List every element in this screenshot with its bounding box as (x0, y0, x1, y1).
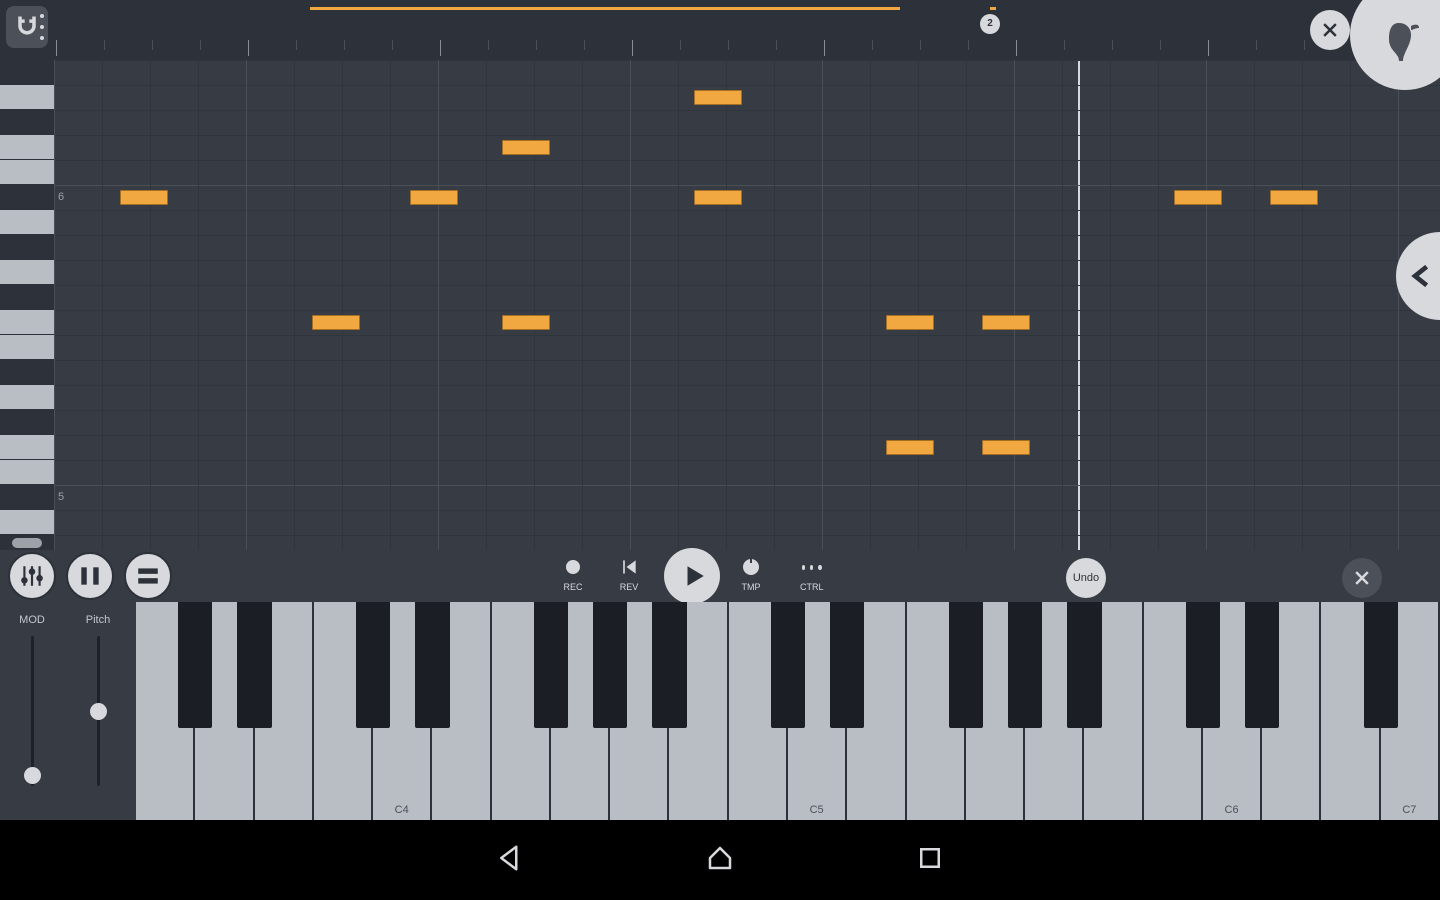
layout-tool-button[interactable] (124, 552, 172, 600)
timeline-ruler[interactable] (56, 40, 1440, 58)
midi-note[interactable] (982, 315, 1030, 330)
midi-note[interactable] (410, 190, 458, 205)
midi-note[interactable] (1174, 190, 1222, 205)
undo-button[interactable]: Undo (1066, 558, 1106, 598)
record-label: REC (563, 582, 582, 592)
black-key[interactable] (771, 602, 805, 728)
record-button[interactable]: REC (562, 556, 584, 592)
black-key[interactable] (534, 602, 568, 728)
black-key[interactable] (1067, 602, 1101, 728)
black-key[interactable] (356, 602, 390, 728)
key-label: C5 (788, 804, 845, 816)
key-label: C7 (1381, 804, 1438, 816)
midi-note[interactable] (694, 90, 742, 105)
mod-slider-label: MOD (4, 614, 60, 626)
play-button[interactable] (664, 548, 720, 604)
song-progress-bar-segment (990, 7, 996, 10)
black-key[interactable] (652, 602, 686, 728)
midi-note[interactable] (886, 315, 934, 330)
song-progress-bar (310, 7, 900, 10)
midi-note[interactable] (886, 440, 934, 455)
control-label: CTRL (800, 582, 824, 592)
rewind-label: REV (620, 582, 639, 592)
midi-note[interactable] (312, 315, 360, 330)
midi-note[interactable] (120, 190, 168, 205)
close-button[interactable] (1310, 10, 1350, 50)
black-key[interactable] (949, 602, 983, 728)
control-menu-button[interactable]: CTRL (800, 556, 824, 592)
black-key[interactable] (237, 602, 271, 728)
keyboard-close-button[interactable] (1342, 558, 1382, 598)
channels-tool-button[interactable] (66, 552, 114, 600)
midi-note[interactable] (502, 315, 550, 330)
black-key[interactable] (593, 602, 627, 728)
horizontal-scrollbar-thumb[interactable] (12, 538, 42, 548)
android-recents-button[interactable] (915, 843, 945, 878)
android-home-button[interactable] (705, 843, 735, 878)
midi-note[interactable] (502, 140, 550, 155)
mixer-tool-button[interactable] (8, 552, 56, 600)
midi-note[interactable] (982, 440, 1030, 455)
black-key[interactable] (178, 602, 212, 728)
tempo-label: TMP (742, 582, 761, 592)
midi-note[interactable] (1270, 190, 1318, 205)
piano-keyboard[interactable]: C4 C5 C6 C7 (136, 602, 1440, 820)
key-label: C6 (1203, 804, 1260, 816)
black-key[interactable] (1364, 602, 1398, 728)
black-key[interactable] (415, 602, 449, 728)
pitch-slider[interactable]: Pitch (70, 614, 126, 786)
black-key[interactable] (1186, 602, 1220, 728)
black-key[interactable] (830, 602, 864, 728)
loop-marker[interactable]: 2 (980, 14, 1000, 34)
black-key[interactable] (1245, 602, 1279, 728)
key-label: C4 (373, 804, 430, 816)
black-key[interactable] (1008, 602, 1042, 728)
piano-roll-grid[interactable] (54, 60, 1440, 550)
android-back-button[interactable] (495, 843, 525, 878)
snap-magnet-button[interactable] (6, 6, 48, 48)
piano-roll-key-column[interactable]: 65 (0, 60, 54, 550)
tempo-button[interactable]: TMP (740, 556, 762, 592)
midi-note[interactable] (694, 190, 742, 205)
rewind-button[interactable]: REV (618, 556, 640, 592)
pitch-slider-label: Pitch (70, 614, 126, 626)
mod-slider[interactable]: MOD (4, 614, 60, 786)
